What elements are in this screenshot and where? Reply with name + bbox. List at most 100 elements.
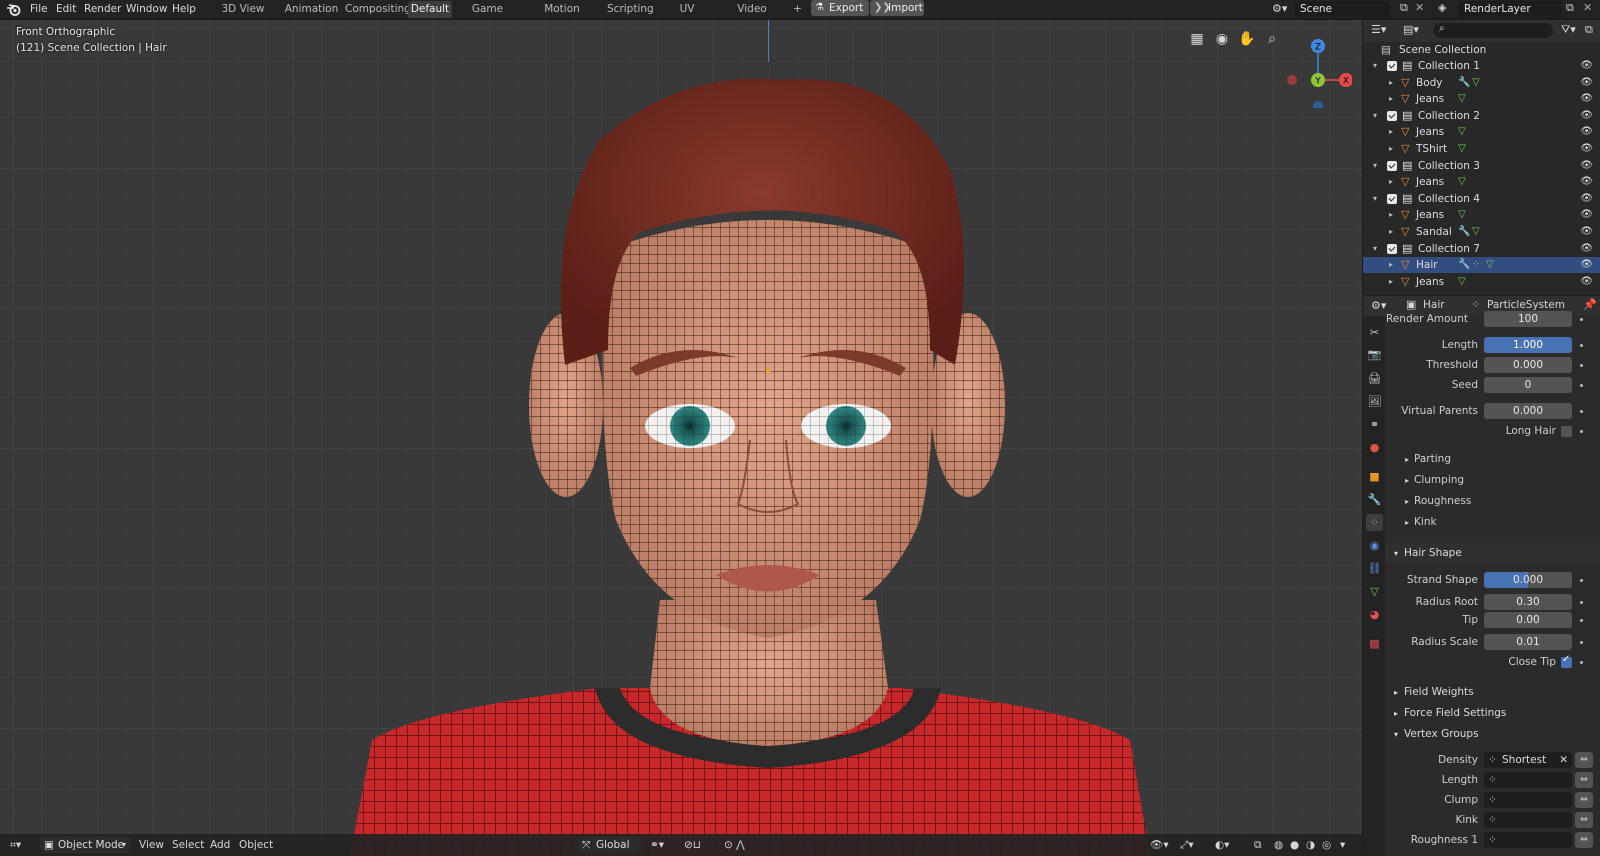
keyframe-dot[interactable] [1580, 318, 1583, 321]
outliner-editor-icon[interactable]: ☰▾ [1371, 23, 1386, 36]
outliner-object-row[interactable]: ▸ ▽ Jeans ▽ 👁 [1363, 124, 1600, 140]
mesh-data-icon[interactable]: ▽ [1458, 124, 1466, 140]
tab-uv-editing[interactable]: UV Editing [661, 1, 713, 32]
clumping-subpanel[interactable]: ▸ Clumping [1405, 472, 1464, 488]
keyframe-dot[interactable] [1580, 344, 1583, 347]
collection-enable-checkbox[interactable] [1387, 243, 1397, 254]
output-tab-icon[interactable]: 🖨 [1366, 370, 1383, 387]
physics-tab-icon[interactable]: ◉ [1366, 537, 1383, 554]
expand-chevron-down-icon[interactable]: ▾ [1373, 241, 1377, 257]
outliner-object-row[interactable]: ▸ ▽ Body 🔧 ▽ 👁 [1363, 75, 1600, 91]
mesh-data-tab-icon[interactable]: ▽ [1366, 583, 1383, 600]
visibility-eye-icon[interactable]: 👁 [1580, 174, 1593, 190]
properties-editor-icon[interactable]: ⚙▾ [1371, 299, 1386, 312]
navigation-gizmo[interactable]: Z Y X [1272, 28, 1352, 108]
new-view-layer-icon[interactable]: ⧉ [1566, 1, 1574, 15]
menu-render[interactable]: Render [81, 1, 124, 17]
new-collection-icon[interactable]: ⧉ [1585, 23, 1593, 37]
seed-field[interactable]: 0 [1484, 377, 1572, 393]
gizmo-toggle-icon[interactable]: ⤢▾ [1180, 838, 1194, 852]
editor-type-icon[interactable]: ⌗▾ [10, 838, 21, 852]
visibility-eye-icon[interactable]: 👁 [1580, 207, 1593, 223]
outliner-object-row[interactable]: ▸ ▽ Jeans ▽ 👁 [1363, 207, 1600, 223]
expand-chevron-right-icon[interactable]: ▸ [1389, 75, 1393, 91]
remove-scene-icon[interactable]: ✕ [1415, 1, 1424, 14]
outliner-object-row[interactable]: ▸ ▽ TShirt ▽ 👁 [1363, 141, 1600, 157]
tab-3d-view-full[interactable]: 3D View Full [212, 1, 274, 32]
keyframe-dot[interactable] [1580, 601, 1583, 604]
scene-tab-icon[interactable]: ⚭ [1366, 416, 1383, 433]
outliner-collection-row[interactable]: ▾ ▤ Collection 7 👁 [1363, 241, 1600, 257]
scene-icon[interactable]: ⚙▾ [1272, 2, 1287, 15]
tab-scripting[interactable]: Scripting [607, 1, 654, 18]
outliner-object-row[interactable]: ▸ ▽ Sandal 🔧 ▽ 👁 [1363, 224, 1600, 240]
overlays-icon[interactable]: ◐▾ [1215, 838, 1229, 852]
object-tab-icon[interactable]: ■ [1366, 468, 1383, 485]
collection-enable-checkbox[interactable] [1387, 193, 1397, 204]
orientation-dropdown[interactable]: ⤧ Global [578, 837, 641, 853]
remove-view-layer-icon[interactable]: ✕ [1583, 1, 1592, 14]
vg-kink-invert-icon[interactable]: ⇔ [1575, 812, 1593, 828]
outliner-object-row[interactable]: ▸ ▽ Jeans ▽ 👁 [1363, 274, 1600, 290]
add-menu[interactable]: Add [210, 838, 230, 852]
visibility-eye-icon[interactable]: 👁 [1580, 241, 1593, 257]
hair-shape-panel-header[interactable]: ▾ Hair Shape [1386, 543, 1600, 563]
visibility-eye-icon[interactable]: 👁 [1580, 58, 1593, 74]
mesh-data-icon[interactable]: ▽ [1458, 141, 1466, 157]
mesh-data-icon[interactable]: ▽ [1458, 207, 1466, 223]
visibility-icon[interactable]: 👁▾ [1150, 838, 1169, 852]
tab-animation[interactable]: Animation [284, 1, 339, 18]
outliner-collection-row[interactable]: ▾ ▤ Collection 3 👁 [1363, 158, 1600, 174]
visibility-eye-icon[interactable]: 👁 [1580, 108, 1593, 124]
outliner-object-row[interactable]: ▸ ▽ Jeans ▽ 👁 [1363, 174, 1600, 190]
menu-file[interactable]: File [27, 1, 51, 17]
collection-enable-checkbox[interactable] [1387, 160, 1397, 171]
expand-chevron-right-icon[interactable]: ▸ [1389, 274, 1393, 290]
shading-rendered-icon[interactable]: ◎ [1322, 838, 1331, 852]
radius-root-field[interactable]: 0.30 [1484, 594, 1572, 610]
vg-density-invert-icon[interactable]: ⇔ [1575, 752, 1593, 768]
vg-clump-field[interactable]: ⁘ [1484, 792, 1572, 808]
snap-icon[interactable]: ⊘⊔ [684, 838, 701, 852]
outliner-collection-row[interactable]: ▾ ▤ Collection 4 👁 [1363, 191, 1600, 207]
outliner-object-row[interactable]: ▸ ▽ Jeans ▽ 👁 [1363, 91, 1600, 107]
menu-edit[interactable]: Edit [53, 1, 79, 17]
outliner-object-row[interactable]: ▸ ▽ Hair 🔧 ⁘ ▽ 👁 [1363, 257, 1600, 274]
context-particle-system-label[interactable]: ParticleSystem [1487, 299, 1565, 311]
zoom-icon[interactable]: ⌕ [1262, 29, 1282, 49]
visibility-eye-icon[interactable]: 👁 [1580, 75, 1593, 91]
mode-dropdown[interactable]: ▣ Object Mode ▾ [40, 837, 130, 853]
shading-wireframe-icon[interactable]: ◍ [1274, 838, 1283, 852]
expand-chevron-down-icon[interactable]: ▾ [1373, 158, 1377, 174]
material-tab-icon[interactable]: ◕ [1366, 606, 1383, 623]
keyframe-dot[interactable] [1580, 641, 1583, 644]
parting-subpanel[interactable]: ▸ Parting [1405, 451, 1451, 467]
render-amount-field[interactable]: 100 [1484, 311, 1572, 327]
vg-clump-invert-icon[interactable]: ⇔ [1575, 792, 1593, 808]
expand-chevron-right-icon[interactable]: ▸ [1389, 174, 1393, 190]
pin-icon[interactable]: 📌 [1583, 298, 1597, 311]
expand-chevron-right-icon[interactable]: ▸ [1389, 124, 1393, 140]
expand-chevron-right-icon[interactable]: ▸ [1389, 207, 1393, 223]
vg-density-field[interactable]: ⁘ Shortest ✕ [1484, 752, 1572, 768]
filter-icon[interactable]: ⛛▾ [1561, 23, 1576, 37]
visibility-eye-icon[interactable]: 👁 [1580, 191, 1593, 207]
shading-solid-icon[interactable]: ● [1290, 838, 1299, 852]
mesh-data-icon[interactable]: ▽ [1458, 91, 1466, 107]
visibility-eye-icon[interactable]: 👁 [1580, 91, 1593, 107]
modifier-wrench-icon[interactable]: 🔧 [1458, 75, 1470, 91]
pan-hand-icon[interactable]: ✋ [1237, 29, 1257, 49]
pivot-icon[interactable]: ⚭▾ [650, 838, 664, 852]
view-layer-selector[interactable]: RenderLayer [1458, 1, 1562, 17]
menu-help[interactable]: Help [169, 1, 199, 17]
keyframe-dot[interactable] [1580, 430, 1583, 433]
particles-tab-icon[interactable]: ⁘ [1366, 514, 1383, 531]
xray-icon[interactable]: ⧉ [1254, 838, 1262, 852]
mesh-data-icon[interactable]: ▽ [1458, 274, 1466, 290]
vg-roughness1-invert-icon[interactable]: ⇔ [1575, 832, 1593, 848]
3d-viewport[interactable]: Front Orthographic (121) Scene Collectio… [0, 20, 1362, 856]
tab-default[interactable]: Default [408, 1, 452, 18]
collection-enable-checkbox[interactable] [1387, 110, 1397, 121]
expand-chevron-right-icon[interactable]: ▸ [1389, 257, 1393, 273]
select-menu[interactable]: Select [172, 838, 204, 852]
